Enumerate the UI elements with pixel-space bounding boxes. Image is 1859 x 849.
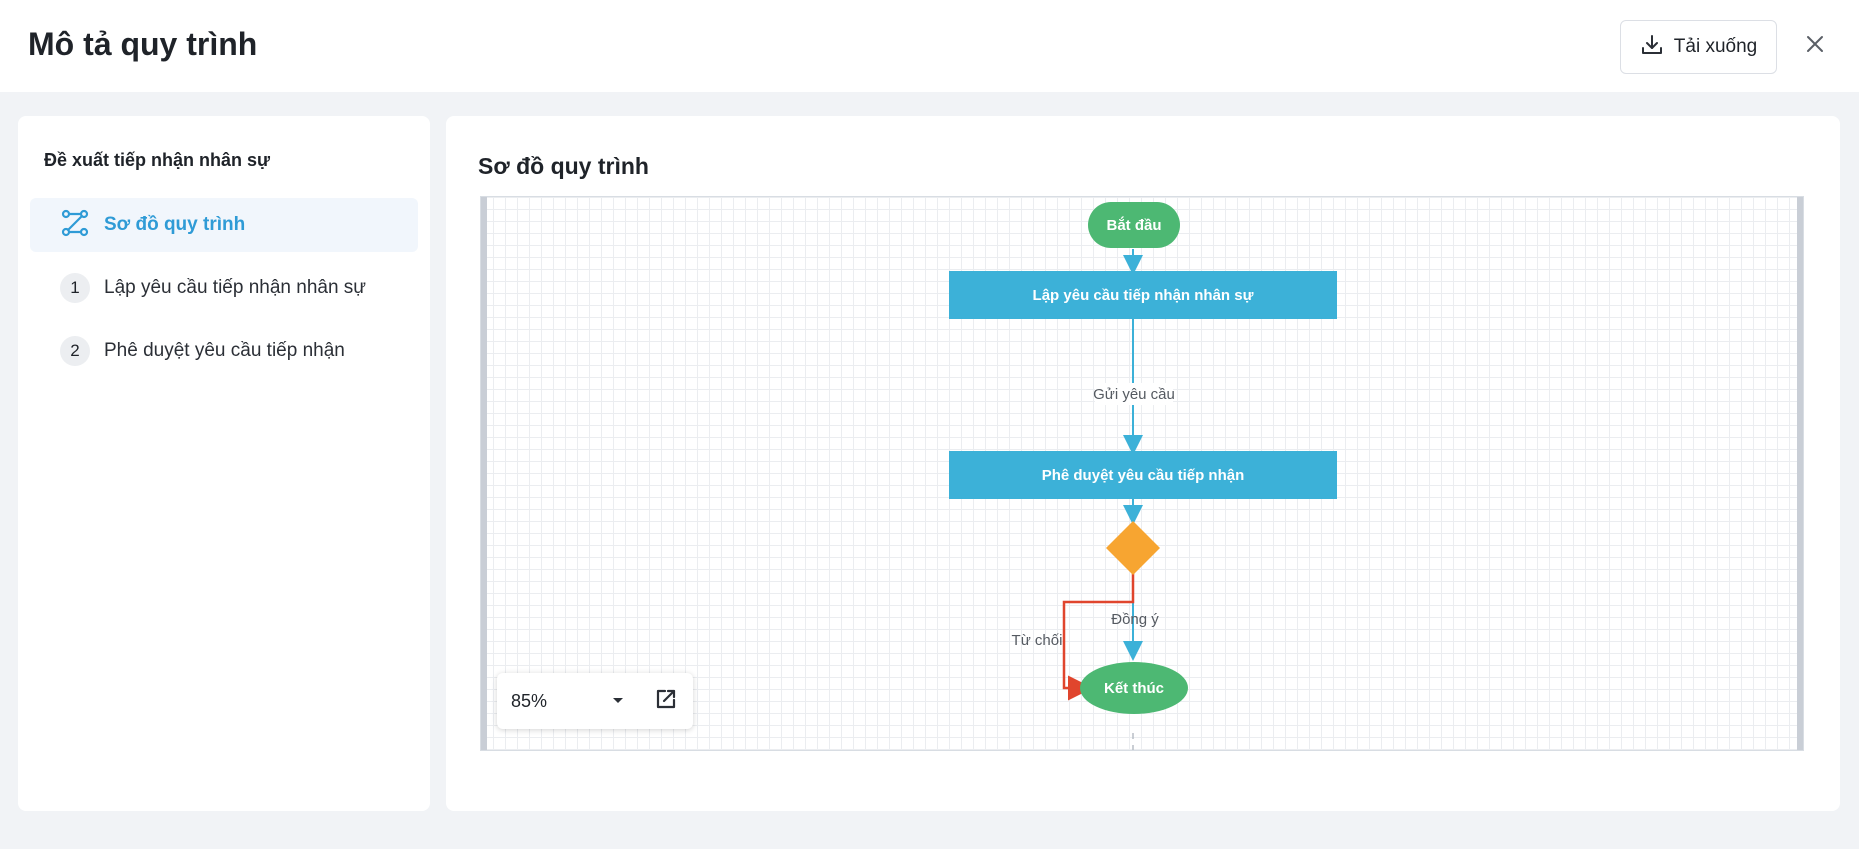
step1-node-label: Lập yêu cầu tiếp nhận nhân sự [1033,287,1254,304]
sidebar-item-step-1[interactable]: 1 Lập yêu cầu tiếp nhận nhân sự [30,261,418,315]
step-number-badge: 2 [60,336,90,366]
sidebar-item-label: Phê duyệt yêu cầu tiếp nhận [104,340,345,361]
page-title: Mô tả quy trình [28,26,258,62]
download-label: Tải xuống [1673,36,1758,57]
sidebar-item-step-2[interactable]: 2 Phê duyệt yêu cầu tiếp nhận [30,324,418,378]
sidebar-title: Đề xuất tiếp nhận nhân sự [44,150,271,170]
export-icon [654,687,678,716]
section-title: Sơ đồ quy trình [478,153,649,179]
zoom-select[interactable]: 85% [511,691,625,712]
sidebar-item-label: Lập yêu cầu tiếp nhận nhân sự [104,277,367,298]
step-number-badge: 1 [60,273,90,303]
sidebar: Đề xuất tiếp nhận nhân sự Sơ đồ quy trìn… [18,116,430,811]
flow-diagram-icon [60,208,90,243]
start-node-label: Bắt đầu [1106,216,1161,234]
edge-label-agree: Đồng ý [1111,611,1159,628]
step2-node-label: Phê duyệt yêu cầu tiếp nhận [1042,467,1245,484]
sidebar-item-label: Sơ đồ quy trình [104,214,246,235]
close-icon [1805,34,1825,59]
download-button[interactable]: Tải xuống [1620,20,1777,74]
main-panel: Sơ đồ quy trình Gửi yêu cầu Đồng ý Từ ch… [446,116,1840,811]
edge-label-send: Gửi yêu cầu [1093,386,1175,403]
download-icon [1640,33,1664,62]
header: Mô tả quy trình Tải xuống [0,0,1859,92]
edge-label-reject: Từ chối [1012,632,1063,649]
caret-down-icon [611,692,625,710]
zoom-toolbar: 85% [497,673,693,729]
process-flowchart: Gửi yêu cầu Đồng ý Từ chối Bắt đầu Lập y… [949,202,1337,750]
zoom-value: 85% [511,690,548,711]
export-button[interactable] [653,687,679,715]
end-node-label: Kết thúc [1104,680,1164,697]
decision-node[interactable] [1106,521,1160,575]
close-button[interactable] [1797,28,1833,64]
sidebar-item-process-diagram[interactable]: Sơ đồ quy trình [30,198,418,252]
diagram-canvas[interactable]: Gửi yêu cầu Đồng ý Từ chối Bắt đầu Lập y… [480,196,1804,751]
